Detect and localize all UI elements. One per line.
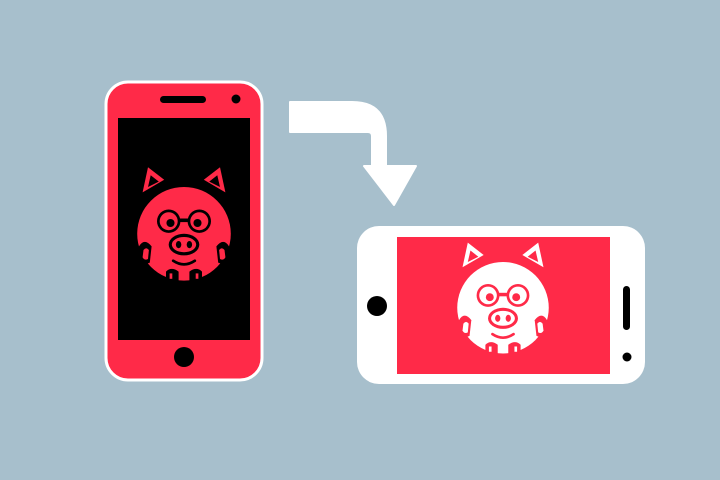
portrait-speaker-slot <box>160 96 206 103</box>
portrait-home-button <box>174 347 194 367</box>
portrait-phone <box>104 80 264 382</box>
landscape-phone <box>357 226 645 384</box>
landscape-speaker-slot <box>623 286 630 330</box>
landscape-camera-dot <box>622 352 632 362</box>
landscape-home-button <box>367 296 387 316</box>
illustration-canvas <box>0 0 720 480</box>
portrait-camera-dot <box>231 94 241 104</box>
